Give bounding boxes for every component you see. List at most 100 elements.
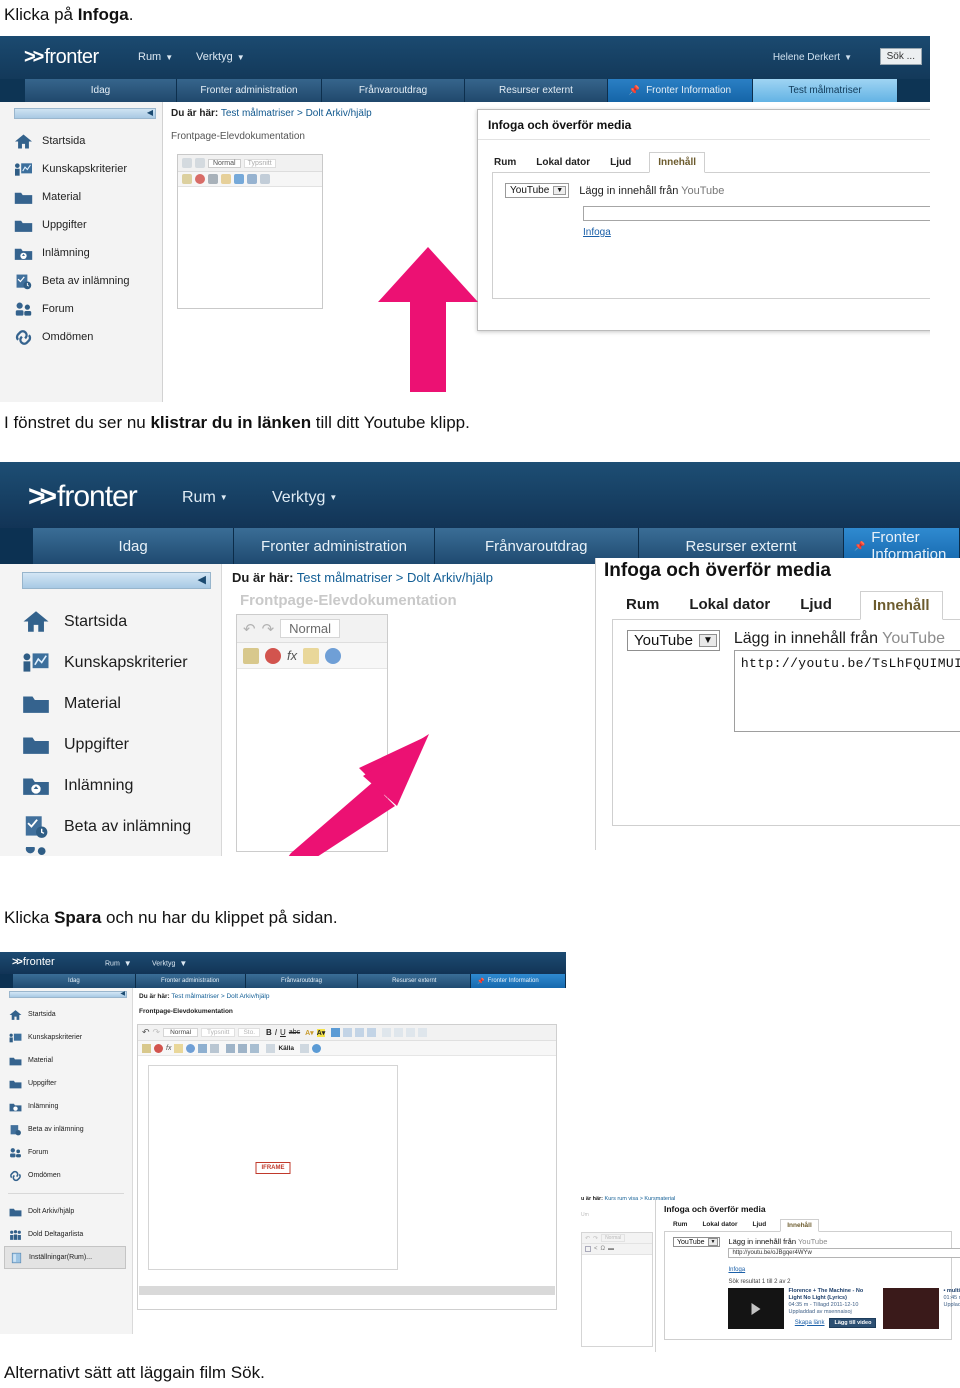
sidebar-item-kunskapskriterier[interactable]: Kunskapskriterier — [0, 155, 162, 183]
anchor-icon[interactable] — [198, 1043, 208, 1053]
sidebar-item-dolt-arkiv-hjalp[interactable]: Dolt Arkiv/hjälp — [0, 1200, 132, 1223]
sidebar-item-kunskapskriterier[interactable]: Kunskapskriterier — [0, 642, 221, 683]
undo-icon[interactable]: ↶ — [585, 1235, 590, 1242]
sidebar-item-dold-deltagarlista[interactable]: Dold Deltagarlista — [0, 1223, 132, 1246]
sidebar-item-material[interactable]: Material — [0, 683, 221, 724]
menu-verktyg[interactable]: Verktyg ▼ — [272, 489, 337, 507]
breadcrumb-path[interactable]: Test målmatriser > Dolt Arkiv/hjälp — [297, 570, 493, 585]
dialog-tab-innehall[interactable]: Innehåll — [649, 152, 706, 173]
anchor-icon[interactable] — [247, 174, 257, 184]
tab-test-malmatriser[interactable]: Test målmatriser — [753, 79, 898, 102]
menu-rum[interactable]: Rum ▼ — [138, 51, 173, 63]
indent-icon[interactable] — [394, 1028, 404, 1037]
find-icon[interactable] — [226, 1043, 236, 1053]
remove-format-icon[interactable] — [195, 174, 205, 184]
redo-icon[interactable]: ↷ — [262, 620, 275, 638]
remove-format-icon[interactable] — [265, 647, 281, 664]
sidebar-item-startsida[interactable]: Startsida — [0, 127, 162, 155]
sidebar-collapse-handle[interactable] — [9, 990, 127, 998]
sidebar-item-installningar-rum[interactable]: Inställningar(Rum)... — [4, 1246, 126, 1269]
menu-rum[interactable]: Rum ▼ — [105, 959, 132, 968]
tab-idag[interactable]: Idag — [13, 974, 136, 988]
tab-fronter-information[interactable]: 📌 Fronter Information — [471, 974, 566, 988]
insert-link[interactable]: Infoga — [583, 227, 611, 238]
outdent-icon[interactable] — [382, 1028, 392, 1037]
dialog-tab-ljud[interactable]: Ljud — [608, 154, 633, 172]
dialog-tab-rum[interactable]: Rum — [492, 154, 518, 172]
paste-icon[interactable] — [182, 174, 192, 184]
share-icon[interactable]: < — [594, 1246, 598, 1252]
dialog-tab-ljud[interactable]: Ljud — [752, 1219, 768, 1231]
redo-icon[interactable] — [195, 158, 205, 168]
function-icon[interactable] — [208, 174, 218, 184]
font-select[interactable]: Typsnitt — [243, 158, 276, 168]
sidebar-collapse-handle[interactable] — [22, 572, 211, 589]
tab-fronter-administration[interactable]: Fronter administration — [234, 528, 435, 564]
preview-icon[interactable] — [300, 1043, 309, 1053]
sidebar-item-startsida[interactable]: Startsida — [0, 601, 221, 642]
source-select[interactable]: YouTube ▼ — [627, 630, 720, 651]
sidebar-item-uppgifter[interactable]: Uppgifter — [0, 724, 221, 765]
breadcrumb-path[interactable]: Test målmatriser > Dolt Arkiv/hjälp — [171, 993, 269, 1000]
size-select[interactable]: Sto. — [238, 1028, 261, 1037]
dialog-tab-ljud[interactable]: Ljud — [798, 592, 834, 619]
undo-icon[interactable]: ↶ — [142, 1027, 150, 1038]
tab-franvaroutdrag[interactable]: Frånvaroutdrag — [322, 79, 465, 102]
horizontal-rule-icon[interactable]: ▬ — [608, 1246, 614, 1252]
align-right-icon[interactable] — [355, 1028, 365, 1037]
align-center-icon[interactable] — [343, 1028, 353, 1037]
menu-rum[interactable]: Rum ▼ — [182, 489, 228, 507]
unlink-icon[interactable] — [210, 1043, 220, 1053]
style-select[interactable]: Normal — [163, 1028, 199, 1037]
align-justify-icon[interactable] — [367, 1028, 377, 1037]
sidebar-item-inlamning[interactable]: Inlämning — [0, 1095, 132, 1118]
redo-icon[interactable]: ↷ — [593, 1235, 598, 1242]
sidebar-item-material[interactable]: Material — [0, 1049, 132, 1072]
help-icon[interactable] — [312, 1043, 321, 1053]
tab-fronter-administration[interactable]: Fronter administration — [177, 79, 322, 102]
url-input[interactable]: http://youtu.be/TsLhFQUIMUI — [733, 650, 960, 732]
bold-button[interactable]: B — [266, 1028, 272, 1037]
url-input[interactable] — [583, 206, 930, 221]
unlink-icon[interactable] — [260, 174, 270, 184]
sidebar-item-inlamning[interactable]: Inlämning — [0, 239, 162, 267]
sidebar-item-beta-av-inlamning[interactable]: Beta av inlämning — [0, 267, 162, 295]
source-label[interactable]: Källa — [278, 1045, 294, 1052]
tab-fronter-administration[interactable]: Fronter administration — [135, 974, 246, 988]
video-thumbnail[interactable] — [883, 1288, 940, 1329]
editor-canvas[interactable]: IFRAME — [148, 1065, 398, 1270]
undo-icon[interactable] — [182, 158, 192, 168]
import-icon[interactable] — [303, 647, 320, 664]
video-result-item[interactable]: Florence + The Machine - No Light No Lig… — [728, 1288, 877, 1329]
style-select[interactable]: Normal — [208, 158, 241, 168]
sidebar-item-inlamning[interactable]: Inlämning — [0, 765, 221, 806]
tab-idag[interactable]: Idag — [33, 528, 235, 564]
sidebar-item-forum[interactable]: Forum — [0, 1141, 132, 1164]
font-select[interactable]: Typsnitt — [201, 1028, 236, 1037]
link-icon[interactable] — [234, 174, 244, 184]
tab-resurser-externt[interactable]: Resurser externt — [358, 974, 472, 988]
menu-verktyg[interactable]: Verktyg ▼ — [196, 51, 245, 63]
url-input[interactable]: http://youtu.be/oJBgqer4WYw — [728, 1248, 960, 1258]
sidebar-item-beta-av-inlamning[interactable]: Beta av inlämning — [0, 1118, 132, 1141]
sidebar-item-omdomen[interactable]: Omdömen — [0, 1164, 132, 1187]
sidebar-item-material[interactable]: Material — [0, 183, 162, 211]
replace-icon[interactable] — [238, 1043, 248, 1053]
dialog-tab-lokal-dator[interactable]: Lokal dator — [534, 154, 592, 172]
user-menu[interactable]: Helene Derkert ▼ — [773, 52, 852, 63]
dialog-tab-innehall[interactable]: Innehåll — [780, 1219, 819, 1232]
source-select[interactable]: YouTube ▼ — [505, 183, 570, 198]
undo-icon[interactable]: ↶ — [243, 620, 256, 638]
tab-fronter-information[interactable]: 📌 Fronter Information — [608, 79, 753, 102]
function-icon[interactable]: fx — [287, 648, 297, 663]
text-color-icon[interactable]: A▾ — [305, 1029, 314, 1037]
add-video-button[interactable]: Lägg till video — [829, 1317, 877, 1328]
sidebar-item-forum[interactable] — [0, 847, 221, 856]
strikethrough-button[interactable]: abc — [289, 1029, 300, 1036]
highlight-color-icon[interactable]: A▾ — [316, 1028, 326, 1037]
header-search-button[interactable]: Sök ... — [879, 48, 922, 65]
omega-icon[interactable]: Ω — [601, 1246, 606, 1252]
table-icon[interactable] — [585, 1246, 591, 1252]
link-icon[interactable] — [325, 647, 342, 664]
sidebar-item-omdomen[interactable]: Omdömen — [0, 323, 162, 351]
